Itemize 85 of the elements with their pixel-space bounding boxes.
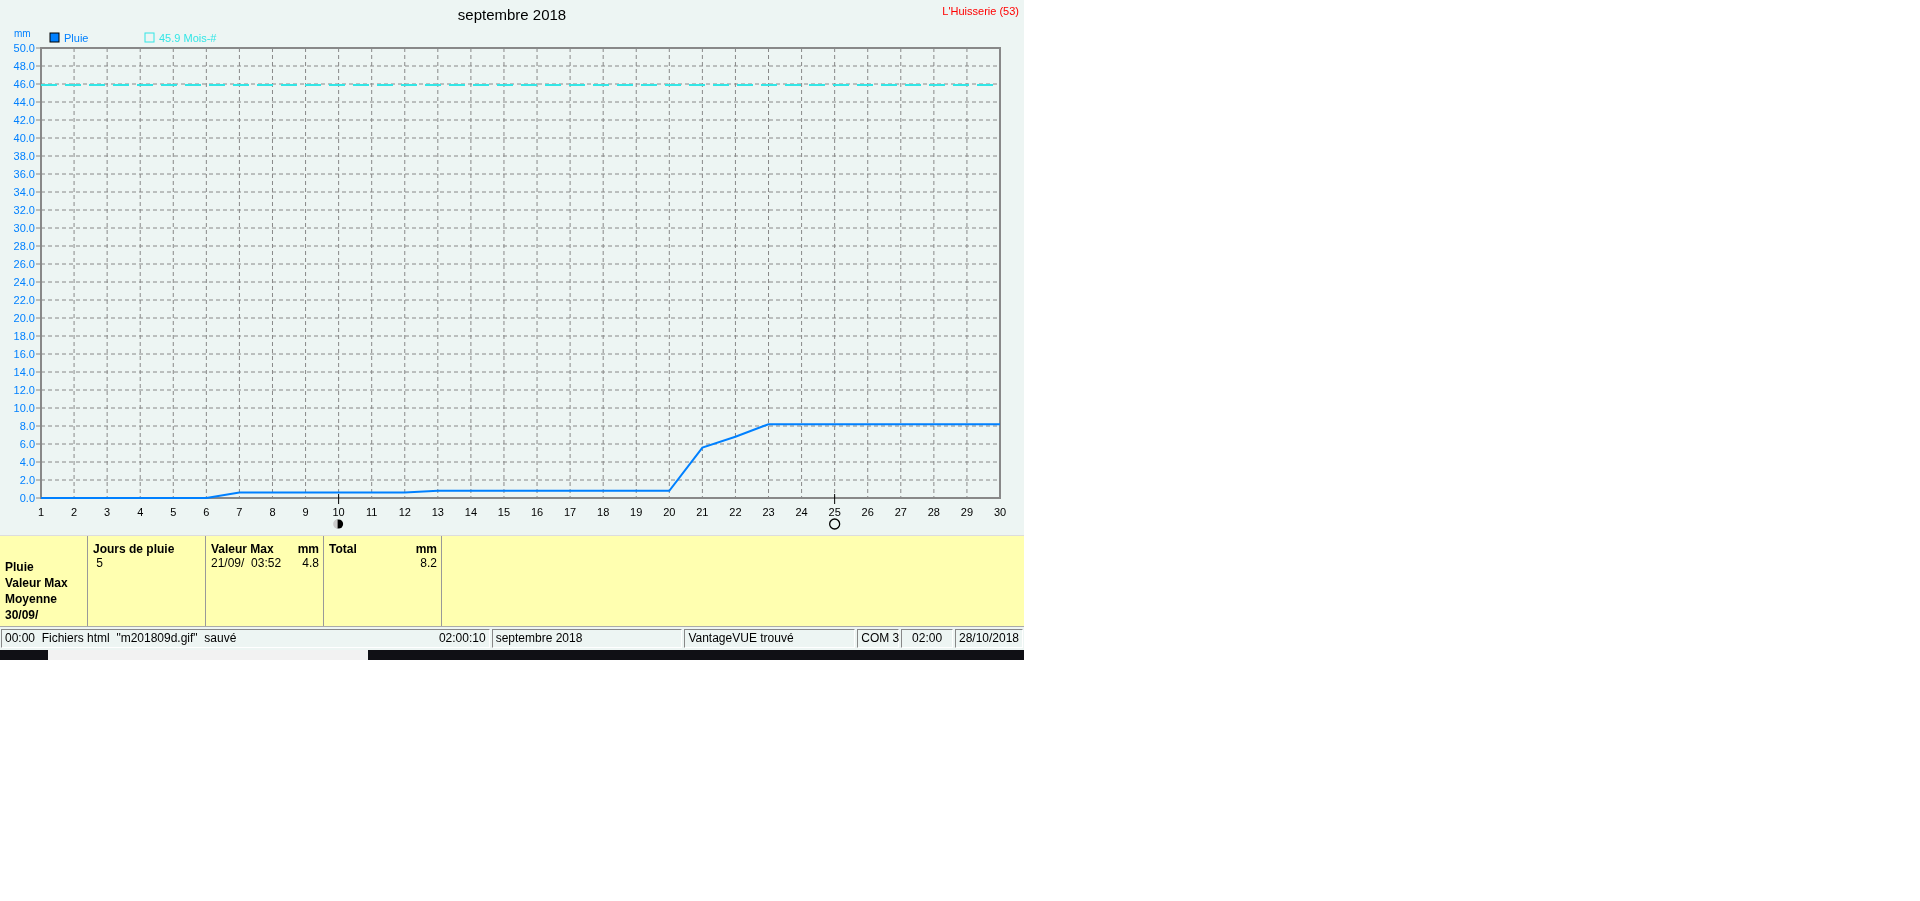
x-tick-label: 17 <box>564 506 577 518</box>
x-tick-label: 8 <box>269 506 276 518</box>
row-label: Valeur Max <box>5 575 69 591</box>
y-tick-label: 10.0 <box>13 402 35 414</box>
stat-value: 4.8 <box>302 556 319 570</box>
y-tick-label: 22.0 <box>13 294 35 306</box>
x-tick-label: 1 <box>37 506 45 518</box>
y-tick-label: 32.0 <box>13 204 35 216</box>
y-tick-label: 36.0 <box>13 168 35 180</box>
legend-label: Pluie <box>64 32 89 44</box>
y-tick-label: 8.0 <box>19 420 35 432</box>
status-cell: COM 3 <box>857 629 900 648</box>
chart-title: septembre 2018 <box>457 6 567 23</box>
status-cell: septembre 2018 <box>491 629 683 648</box>
y-tick-label: 30.0 <box>13 222 35 234</box>
x-tick-label: 19 <box>630 506 643 518</box>
status-message: 00:00 Fichiers html "m201809d.gif" sauvé <box>5 631 237 646</box>
row-label: 30/09/ <box>5 607 40 623</box>
column-heading: Jours de pluie <box>93 542 175 556</box>
x-tick-label: 13 <box>431 506 444 518</box>
half-moon-icon <box>333 519 344 529</box>
x-tick-label: 28 <box>927 506 940 518</box>
x-tick-label: 27 <box>894 506 907 518</box>
x-tick-label: 26 <box>861 506 874 518</box>
x-tick-label: 30 <box>993 506 1007 518</box>
status-cell: 02:00 <box>901 629 953 648</box>
y-tick-label: 0.0 <box>19 492 35 504</box>
stat-value: 5 <box>95 556 103 570</box>
y-tick-label: 24.0 <box>13 276 35 288</box>
x-tick-label: 29 <box>960 506 974 518</box>
y-tick-label: 42.0 <box>13 114 35 126</box>
y-tick-label: 14.0 <box>13 366 35 378</box>
x-tick-label: 5 <box>170 506 177 518</box>
legend-swatch <box>144 32 155 43</box>
legend-swatch <box>49 32 60 43</box>
x-tick-label: 24 <box>795 506 808 518</box>
column-heading: Total <box>329 542 357 556</box>
x-tick-label: 20 <box>663 506 676 518</box>
y-tick-label: 4.0 <box>19 456 35 468</box>
date-value: 21/09/ 03:52 <box>211 556 282 570</box>
column-heading: Valeur Max <box>211 542 274 556</box>
y-tick-label: 50.0 <box>13 42 35 54</box>
x-tick-label: 4 <box>137 506 144 518</box>
x-tick-label: 11 <box>366 506 378 518</box>
unit-label: mm <box>297 542 319 556</box>
x-tick-label: 16 <box>530 506 544 518</box>
x-tick-label: 15 <box>497 506 511 518</box>
x-tick-label: 10 <box>332 506 345 518</box>
x-tick-label: 9 <box>302 506 309 518</box>
status-cell: 28/10/2018 <box>954 629 1023 648</box>
x-tick-label: 23 <box>762 506 775 518</box>
y-tick-label: 16.0 <box>13 348 35 360</box>
y-tick-label: 6.0 <box>19 438 35 450</box>
status-time: 02:00:10 <box>438 631 486 646</box>
y-tick-label: 2.0 <box>19 474 35 486</box>
stat-value: 8.2 <box>420 556 437 570</box>
unit-label: mm <box>415 542 437 556</box>
x-tick-label: 22 <box>729 506 742 518</box>
y-tick-label: 34.0 <box>13 186 35 198</box>
y-tick-label: 28.0 <box>13 240 35 252</box>
y-tick-label: 26.0 <box>13 258 35 270</box>
y-tick-label: 44.0 <box>13 96 35 108</box>
axis-unit: mm <box>14 28 31 39</box>
x-tick-label: 14 <box>464 506 477 518</box>
row-label: Pluie <box>5 559 35 575</box>
x-tick-label: 6 <box>203 506 210 518</box>
x-tick-label: 3 <box>104 506 111 518</box>
y-tick-label: 48.0 <box>13 60 35 72</box>
y-tick-label: 46.0 <box>13 78 35 90</box>
x-tick-label: 25 <box>828 506 841 518</box>
row-label: Moyenne <box>5 591 58 607</box>
x-tick-label: 7 <box>236 506 243 518</box>
y-tick-label: 38.0 <box>13 150 35 162</box>
y-tick-label: 12.0 <box>13 384 35 396</box>
x-tick-label: 2 <box>71 506 78 518</box>
y-tick-label: 18.0 <box>13 330 35 342</box>
full-moon-icon <box>829 518 841 530</box>
x-tick-label: 21 <box>696 506 709 518</box>
status-cell: VantageVUE trouvé <box>684 629 856 648</box>
legend-label: 45.9 Mois-# <box>159 32 217 44</box>
y-tick-label: 40.0 <box>13 132 35 144</box>
y-tick-label: 20.0 <box>13 312 35 324</box>
x-tick-label: 12 <box>398 506 411 518</box>
x-tick-label: 18 <box>597 506 610 518</box>
station-name: L'Huisserie (53) <box>942 5 1019 17</box>
